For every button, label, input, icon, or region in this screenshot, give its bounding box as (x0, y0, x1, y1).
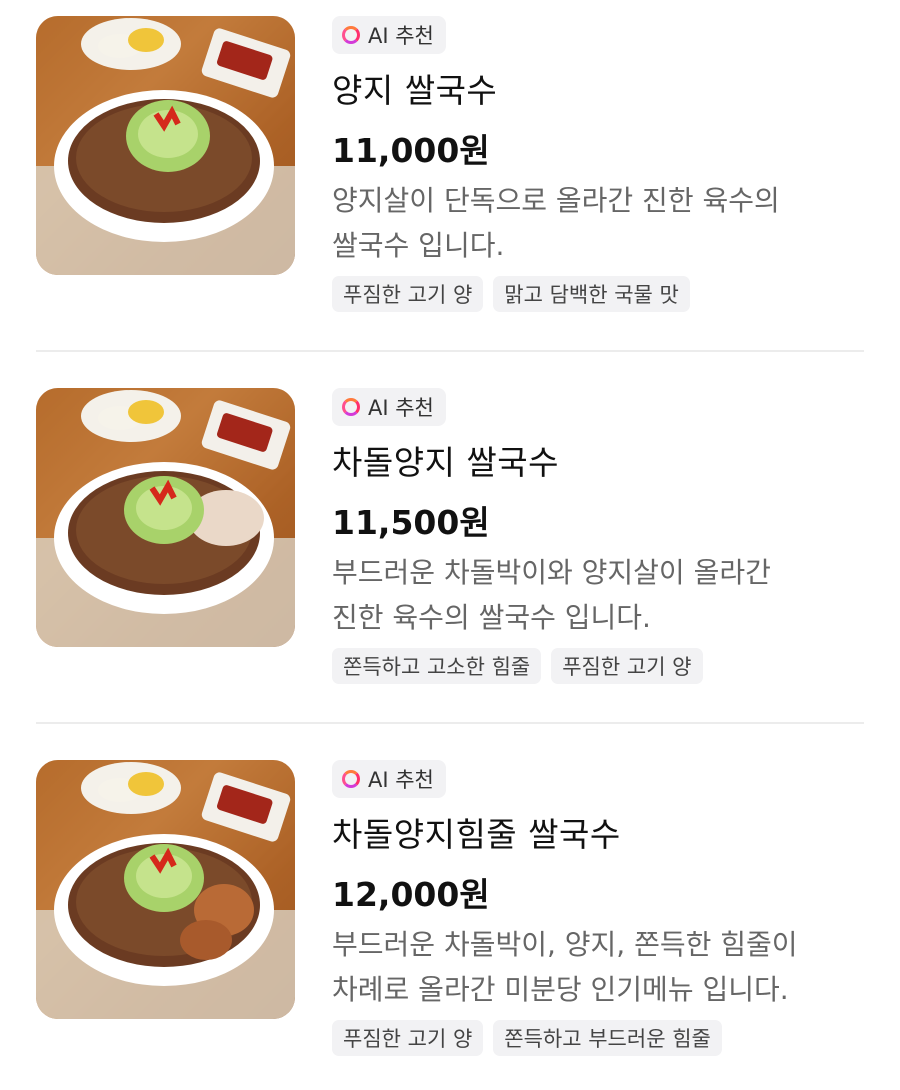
menu-item-chadol-yangji-ssalguksu[interactable]: AI 추천 차돌양지 쌀국수 11,500원 부드러운 차돌박이와 양지살이 올… (36, 388, 864, 718)
tag-chip: 푸짐한 고기 양 (332, 276, 484, 312)
tag-chip: 맑고 담백한 국물 맛 (493, 276, 690, 312)
menu-item-photo[interactable] (36, 760, 295, 1019)
ai-recommend-badge: AI 추천 (332, 388, 446, 426)
menu-item-description: 양지살이 단독으로 올라간 진한 육수의 쌀국수 입니다. (332, 178, 852, 268)
menu-item-tags: 쫀득하고 고소한 힘줄 푸짐한 고기 양 (332, 648, 703, 684)
menu-item-description: 부드러운 차돌박이, 양지, 쫀득한 힘줄이 차례로 올라간 미분당 인기메뉴 … (332, 922, 852, 1012)
noodle-bowl-photo-icon (36, 16, 295, 275)
menu-item-price: 11,000원 (332, 131, 490, 170)
menu-item-name: 차돌양지 쌀국수 (332, 443, 560, 482)
ai-recommend-badge: AI 추천 (332, 16, 446, 54)
menu-item-tags: 푸짐한 고기 양 맑고 담백한 국물 맛 (332, 276, 690, 312)
menu-list: AI 추천 양지 쌀국수 11,000원 양지살이 단독으로 올라간 진한 육수… (0, 0, 900, 1060)
ai-recommend-badge: AI 추천 (332, 760, 446, 798)
menu-item-price: 12,000원 (332, 875, 490, 914)
divider (36, 350, 864, 352)
divider (36, 722, 864, 724)
menu-item-tags: 푸짐한 고기 양 쫀득하고 부드러운 힘줄 (332, 1020, 722, 1056)
description-line: 차례로 올라간 미분당 인기메뉴 입니다. (332, 973, 789, 1006)
menu-item-chadol-yangji-himjul-ssalguksu[interactable]: AI 추천 차돌양지힘줄 쌀국수 12,000원 부드러운 차돌박이, 양지, … (36, 760, 864, 1090)
ai-badge-label: AI 추천 (368, 768, 434, 792)
menu-item-name: 차돌양지힘줄 쌀국수 (332, 815, 621, 854)
description-line: 양지살이 단독으로 올라간 진한 육수의 (332, 184, 780, 217)
description-line: 진한 육수의 쌀국수 입니다. (332, 601, 651, 634)
tag-chip: 쫀득하고 고소한 힘줄 (332, 648, 542, 684)
ai-ring-icon (342, 26, 360, 44)
ai-ring-icon (342, 398, 360, 416)
ai-badge-label: AI 추천 (368, 396, 434, 420)
ai-ring-icon (342, 770, 360, 788)
noodle-bowl-photo-icon (36, 760, 295, 1019)
menu-item-description: 부드러운 차돌박이와 양지살이 올라간 진한 육수의 쌀국수 입니다. (332, 550, 852, 640)
tag-chip: 푸짐한 고기 양 (332, 1020, 484, 1056)
description-line: 부드러운 차돌박이와 양지살이 올라간 (332, 556, 771, 589)
menu-item-yangji-ssalguksu[interactable]: AI 추천 양지 쌀국수 11,000원 양지살이 단독으로 올라간 진한 육수… (36, 16, 864, 346)
menu-item-name: 양지 쌀국수 (332, 71, 498, 110)
ai-badge-label: AI 추천 (368, 24, 434, 48)
noodle-bowl-photo-icon (36, 388, 295, 647)
menu-item-photo[interactable] (36, 16, 295, 275)
menu-item-price: 11,500원 (332, 503, 490, 542)
description-line: 부드러운 차돌박이, 양지, 쫀득한 힘줄이 (332, 928, 798, 961)
tag-chip: 푸짐한 고기 양 (551, 648, 703, 684)
description-line: 쌀국수 입니다. (332, 229, 505, 262)
tag-chip: 쫀득하고 부드러운 힘줄 (493, 1020, 722, 1056)
menu-item-photo[interactable] (36, 388, 295, 647)
